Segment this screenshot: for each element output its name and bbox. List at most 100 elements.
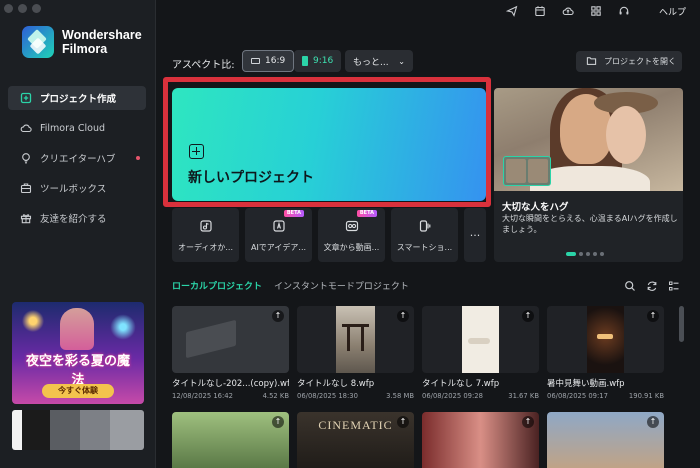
project-thumbnail: ↑	[172, 412, 289, 468]
promo-title: 夜空を彩る夏の魔法	[25, 354, 130, 388]
project-name: タイトルなし 7.wfp	[422, 379, 500, 389]
grid-icon[interactable]	[590, 5, 602, 17]
cloud-upload-icon[interactable]: ↑	[647, 310, 659, 322]
tool-ai-idea[interactable]: BETA AIでアイデア...	[245, 208, 312, 262]
aspect-16-9-button[interactable]: 16:9	[242, 50, 295, 72]
folder-icon	[586, 55, 597, 68]
refresh-icon[interactable]	[646, 280, 658, 292]
carousel-indicator[interactable]	[566, 252, 604, 256]
feature-description: 大切な瞬間をとらえる、心温まるAIハグを作成しましょう。	[502, 214, 678, 234]
open-project-button[interactable]: プロジェクトを開く	[576, 51, 682, 72]
cloud-upload-icon[interactable]: ↑	[272, 310, 284, 322]
sidebar-item-toolbox[interactable]: ツールボックス	[8, 176, 146, 200]
cloud-upload-icon[interactable]: ↑	[522, 310, 534, 322]
project-card[interactable]: ↑ タイトルなし-202...(copy).wfp 12/08/2025 16:…	[172, 306, 289, 400]
beta-badge: BETA	[283, 210, 304, 217]
cloud-upload-icon[interactable]: ↑	[397, 416, 409, 428]
project-size: 190.91 KB	[628, 392, 664, 400]
tab-local-projects[interactable]: ローカルプロジェクト	[172, 279, 262, 292]
cloud-upload-icon[interactable]: ↑	[522, 416, 534, 428]
sidebar-item-refer-friend[interactable]: 友達を紹介する	[8, 206, 146, 230]
maximize-window-button[interactable]	[32, 4, 41, 13]
cloud-upload-icon[interactable]: ↑	[397, 310, 409, 322]
project-card[interactable]: ↑ タイトルなし 7.wfp 06/08/2025 09:28 31.67 KB	[422, 306, 539, 400]
project-thumbnail: ↑	[547, 412, 664, 468]
tool-audio[interactable]: オーディオか...	[172, 208, 239, 262]
text-to-video-icon	[345, 219, 359, 233]
audio-doc-icon	[199, 219, 213, 233]
tool-more-button[interactable]: ...	[464, 208, 486, 262]
aspect-9-16-button[interactable]: 9:16	[294, 50, 342, 72]
sidebar-item-label: Filmora Cloud	[40, 122, 106, 134]
brand-name: Wondershare Filmora	[62, 28, 142, 56]
feature-banner-ai-hug[interactable]: 大切な人をハグ 大切な瞬間をとらえる、心温まるAIハグを作成しましょう。	[494, 88, 683, 262]
brand-line-1: Wondershare	[62, 28, 142, 42]
gift-icon	[20, 212, 32, 224]
tool-text-to-video[interactable]: BETA 文章から動画...	[318, 208, 385, 262]
project-card[interactable]: ↑ 暑中見舞い動画.wfp 06/08/2025 09:17 190.91 KB	[547, 306, 664, 400]
sidebar-item-creator-hub[interactable]: クリエイターハブ	[8, 146, 146, 170]
send-icon[interactable]	[505, 5, 518, 17]
minimize-window-button[interactable]	[18, 4, 27, 13]
tab-instant-mode-projects[interactable]: インスタントモードプロジェクト	[274, 279, 409, 292]
project-list-scrollbar[interactable]	[679, 306, 684, 342]
beta-badge: BETA	[356, 210, 377, 217]
project-card[interactable]: ↑	[172, 412, 289, 468]
sidebar-item-label: プロジェクト作成	[40, 94, 117, 105]
aspect-option-label: もっと...	[353, 57, 389, 68]
project-card[interactable]: ↑	[547, 412, 664, 468]
project-thumbnail: ↑	[172, 306, 289, 373]
project-thumbnail: ↑	[297, 306, 414, 373]
notification-dot	[136, 156, 140, 160]
project-size: 31.67 KB	[508, 392, 539, 400]
project-size: 4.52 KB	[262, 392, 289, 400]
brand-line-2: Filmora	[62, 42, 108, 56]
cloud-icon	[20, 122, 32, 134]
project-date: 06/08/2025 09:17	[547, 392, 608, 400]
aspect-option-label: 16:9	[265, 56, 286, 66]
more-icon: ...	[469, 226, 481, 239]
sidebar-item-label: ツールボックス	[40, 184, 107, 195]
promo-banner[interactable]: 夜空を彩る夏の魔法 今すぐ体験	[12, 302, 144, 404]
sidebar: Wondershare Filmora プロジェクト作成 Filmora Clo…	[0, 0, 156, 468]
promo-cta-button[interactable]: 今すぐ体験	[42, 384, 114, 398]
window-controls	[4, 4, 41, 13]
list-view-icon[interactable]	[668, 280, 680, 292]
sidebar-item-filmora-cloud[interactable]: Filmora Cloud	[8, 116, 146, 140]
calendar-icon[interactable]	[534, 5, 546, 17]
aspect-more-dropdown[interactable]: もっと... ⌄	[345, 50, 413, 72]
project-name: タイトルなし-202...(copy).wfp	[172, 379, 289, 389]
project-date: 06/08/2025 18:30	[297, 392, 358, 400]
feature-photo	[494, 88, 683, 191]
cloud-upload-icon[interactable]: ↑	[647, 416, 659, 428]
firework-decoration	[20, 308, 46, 334]
sidebar-item-create-project[interactable]: プロジェクト作成	[8, 86, 146, 110]
tool-smart-short[interactable]: スマートショ...	[391, 208, 458, 262]
project-name: タイトルなし 8.wfp	[297, 379, 375, 389]
aspect-option-label: 9:16	[313, 56, 334, 66]
help-menu[interactable]: ヘルプ	[659, 5, 686, 18]
sidebar-item-label: 友達を紹介する	[40, 214, 107, 225]
project-date: 06/08/2025 09:28	[422, 392, 483, 400]
search-icon[interactable]	[624, 280, 636, 292]
new-project-icon	[20, 92, 32, 104]
landscape-ratio-icon	[251, 58, 260, 64]
top-bar: ヘルプ	[156, 0, 700, 22]
cloud-upload-icon[interactable]: ↑	[272, 416, 284, 428]
project-size: 3.58 MB	[386, 392, 414, 400]
project-grid: ↑ タイトルなし-202...(copy).wfp 12/08/2025 16:…	[172, 306, 672, 468]
ai-idea-icon	[272, 219, 286, 233]
project-card[interactable]: ↑ タイトルなし 8.wfp 06/08/2025 18:30 3.58 MB	[297, 306, 414, 400]
open-project-label: プロジェクトを開く	[604, 57, 676, 66]
project-name: 暑中見舞い動画.wfp	[547, 379, 625, 389]
project-card[interactable]: ↑	[422, 412, 539, 468]
headset-icon[interactable]	[618, 5, 630, 17]
project-card[interactable]: CINEMATIC ↑	[297, 412, 414, 468]
toolbox-icon	[20, 182, 32, 194]
project-thumbnail: ↑	[547, 306, 664, 373]
tool-label: スマートショ...	[396, 243, 453, 252]
feature-title: 大切な人をハグ	[502, 202, 569, 213]
close-window-button[interactable]	[4, 4, 13, 13]
cloud-upload-icon[interactable]	[562, 5, 574, 17]
project-thumbnail: ↑	[422, 412, 539, 468]
